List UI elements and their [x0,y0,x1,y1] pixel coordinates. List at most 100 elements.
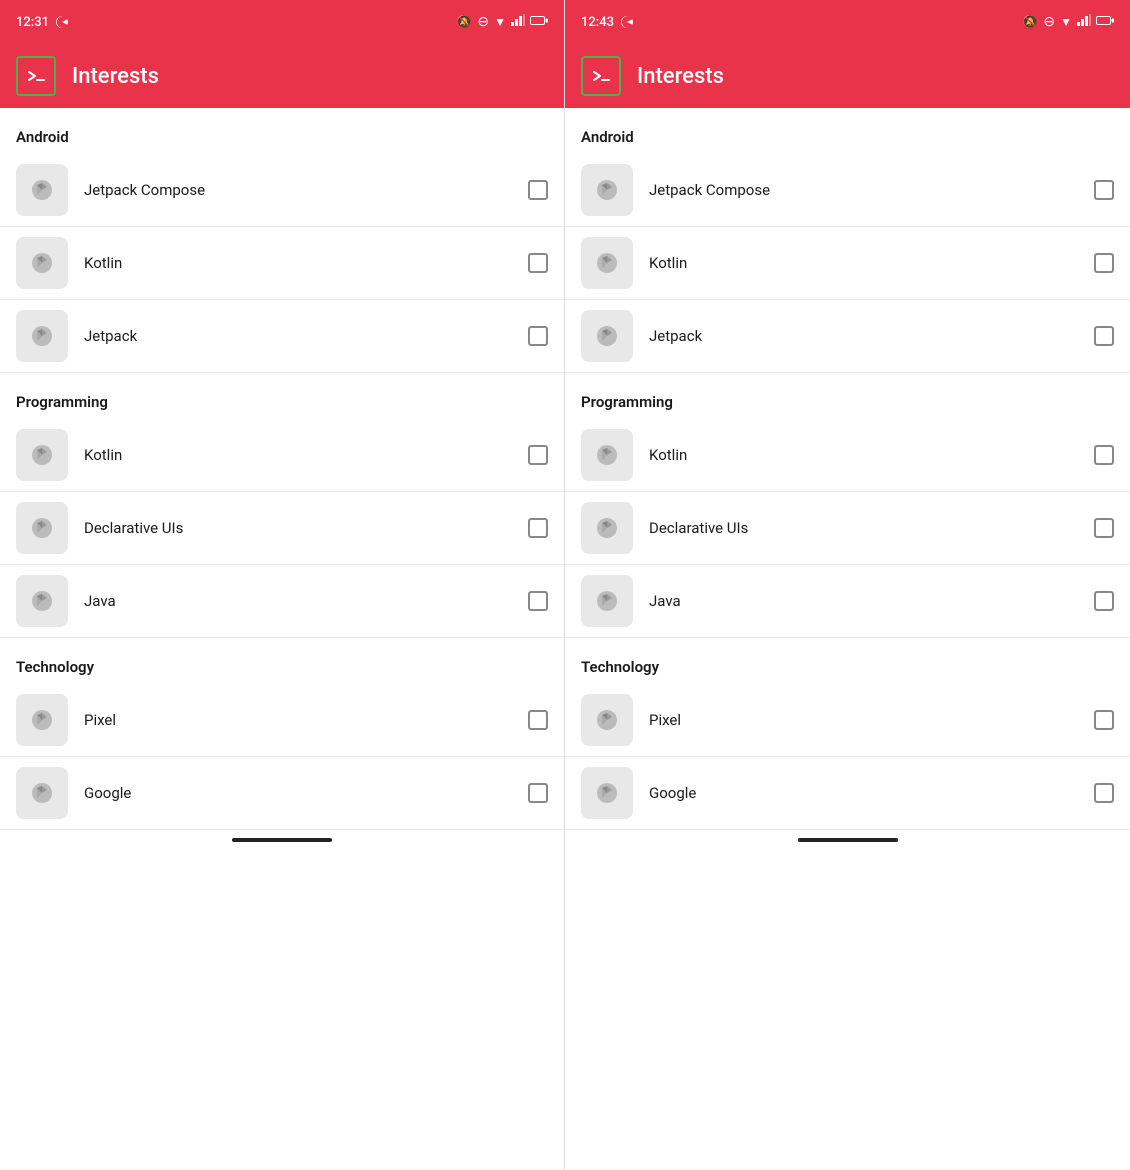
right-google-item[interactable]: Google [565,757,1130,830]
right-programming-section-header: Programming [565,373,1130,419]
right-phone-panel: 12:43 🔕 ⊖ ▼ [565,0,1130,1170]
right-declarative-item[interactable]: Declarative UIs [565,492,1130,565]
right-jetpack-compose-item[interactable]: Jetpack Compose [565,154,1130,227]
right-status-right: 🔕 ⊖ ▼ [1022,14,1114,30]
left-technology-section-header: Technology [0,638,564,684]
left-wifi-icon: ▼ [494,15,506,29]
right-notification-off-icon: 🔕 [1022,15,1038,30]
left-declarative-checkbox[interactable] [528,518,548,538]
right-pixel-item[interactable]: Pixel [565,684,1130,757]
left-scroll-indicator [232,838,332,842]
right-declarative-checkbox[interactable] [1094,518,1114,538]
right-kotlin-android-label: Kotlin [649,254,1078,272]
left-status-right: 🔕 ⊖ ▼ [456,14,548,30]
left-battery-icon [530,15,548,30]
right-java-icon [581,575,633,627]
right-app-bar: Interests [565,44,1130,108]
left-android-section-header: Android [0,108,564,154]
left-time: 12:31 [16,15,49,30]
left-kotlin-android-icon [16,237,68,289]
left-jetpack-compose-label: Jetpack Compose [84,181,512,199]
left-java-icon [16,575,68,627]
right-app-icon-box [581,56,621,96]
right-time: 12:43 [581,15,614,30]
left-jetpack-compose-icon [16,164,68,216]
right-java-label: Java [649,592,1078,610]
left-kotlin-android-label: Kotlin [84,254,512,272]
right-jetpack-label: Jetpack [649,327,1078,345]
left-kotlin-prog-item[interactable]: Kotlin [0,419,564,492]
left-pixel-icon [16,694,68,746]
left-google-label: Google [84,784,512,802]
left-jetpack-compose-item[interactable]: Jetpack Compose [0,154,564,227]
right-jetpack-checkbox[interactable] [1094,326,1114,346]
right-app-bar-title: Interests [637,64,724,89]
right-declarative-icon [581,502,633,554]
left-notification-off-icon: 🔕 [456,15,472,30]
right-signal-icon [1077,14,1091,30]
left-minus-icon: ⊖ [477,15,489,29]
left-declarative-label: Declarative UIs [84,519,512,537]
right-pixel-icon [581,694,633,746]
right-kotlin-prog-checkbox[interactable] [1094,445,1114,465]
left-pixel-checkbox[interactable] [528,710,548,730]
right-jetpack-compose-label: Jetpack Compose [649,181,1078,199]
left-kotlin-prog-checkbox[interactable] [528,445,548,465]
left-jetpack-compose-checkbox[interactable] [528,180,548,200]
right-kotlin-prog-item[interactable]: Kotlin [565,419,1130,492]
left-java-item[interactable]: Java [0,565,564,638]
left-google-icon [16,767,68,819]
left-declarative-icon [16,502,68,554]
left-jetpack-item[interactable]: Jetpack [0,300,564,373]
right-minus-icon: ⊖ [1043,15,1055,29]
right-terminal-icon [590,65,612,87]
left-jetpack-icon [16,310,68,362]
right-content: Android Jetpack Compose [565,108,1130,1170]
right-google-checkbox[interactable] [1094,783,1114,803]
right-kotlin-prog-icon [581,429,633,481]
left-declarative-item[interactable]: Declarative UIs [0,492,564,565]
right-jetpack-icon [581,310,633,362]
left-kotlin-android-item[interactable]: Kotlin [0,227,564,300]
left-signal-icon [511,14,525,30]
left-pixel-item[interactable]: Pixel [0,684,564,757]
left-pixel-label: Pixel [84,711,512,729]
left-google-checkbox[interactable] [528,783,548,803]
right-google-label: Google [649,784,1078,802]
left-pacman-icon [55,15,69,29]
left-jetpack-label: Jetpack [84,327,512,345]
right-declarative-label: Declarative UIs [649,519,1078,537]
right-pacman-icon [620,15,634,29]
right-pixel-checkbox[interactable] [1094,710,1114,730]
right-status-bar: 12:43 🔕 ⊖ ▼ [565,0,1130,44]
left-app-bar-title: Interests [72,64,159,89]
right-kotlin-android-item[interactable]: Kotlin [565,227,1130,300]
right-technology-section-header: Technology [565,638,1130,684]
right-jetpack-compose-icon [581,164,633,216]
left-phone-panel: 12:31 🔕 ⊖ ▼ [0,0,565,1170]
left-kotlin-prog-label: Kotlin [84,446,512,464]
right-battery-icon [1096,15,1114,30]
left-app-bar: Interests [0,44,564,108]
right-jetpack-item[interactable]: Jetpack [565,300,1130,373]
right-jetpack-compose-checkbox[interactable] [1094,180,1114,200]
left-kotlin-android-checkbox[interactable] [528,253,548,273]
left-status-left: 12:31 [16,15,69,30]
right-java-checkbox[interactable] [1094,591,1114,611]
right-java-item[interactable]: Java [565,565,1130,638]
left-programming-section-header: Programming [0,373,564,419]
left-google-item[interactable]: Google [0,757,564,830]
right-kotlin-android-icon [581,237,633,289]
right-wifi-icon: ▼ [1060,15,1072,29]
right-status-left: 12:43 [581,15,634,30]
right-scroll-indicator [798,838,898,842]
left-status-bar: 12:31 🔕 ⊖ ▼ [0,0,564,44]
left-jetpack-checkbox[interactable] [528,326,548,346]
right-kotlin-prog-label: Kotlin [649,446,1078,464]
left-java-label: Java [84,592,512,610]
left-terminal-icon [25,65,47,87]
left-java-checkbox[interactable] [528,591,548,611]
left-kotlin-prog-icon [16,429,68,481]
left-app-icon-box [16,56,56,96]
right-kotlin-android-checkbox[interactable] [1094,253,1114,273]
